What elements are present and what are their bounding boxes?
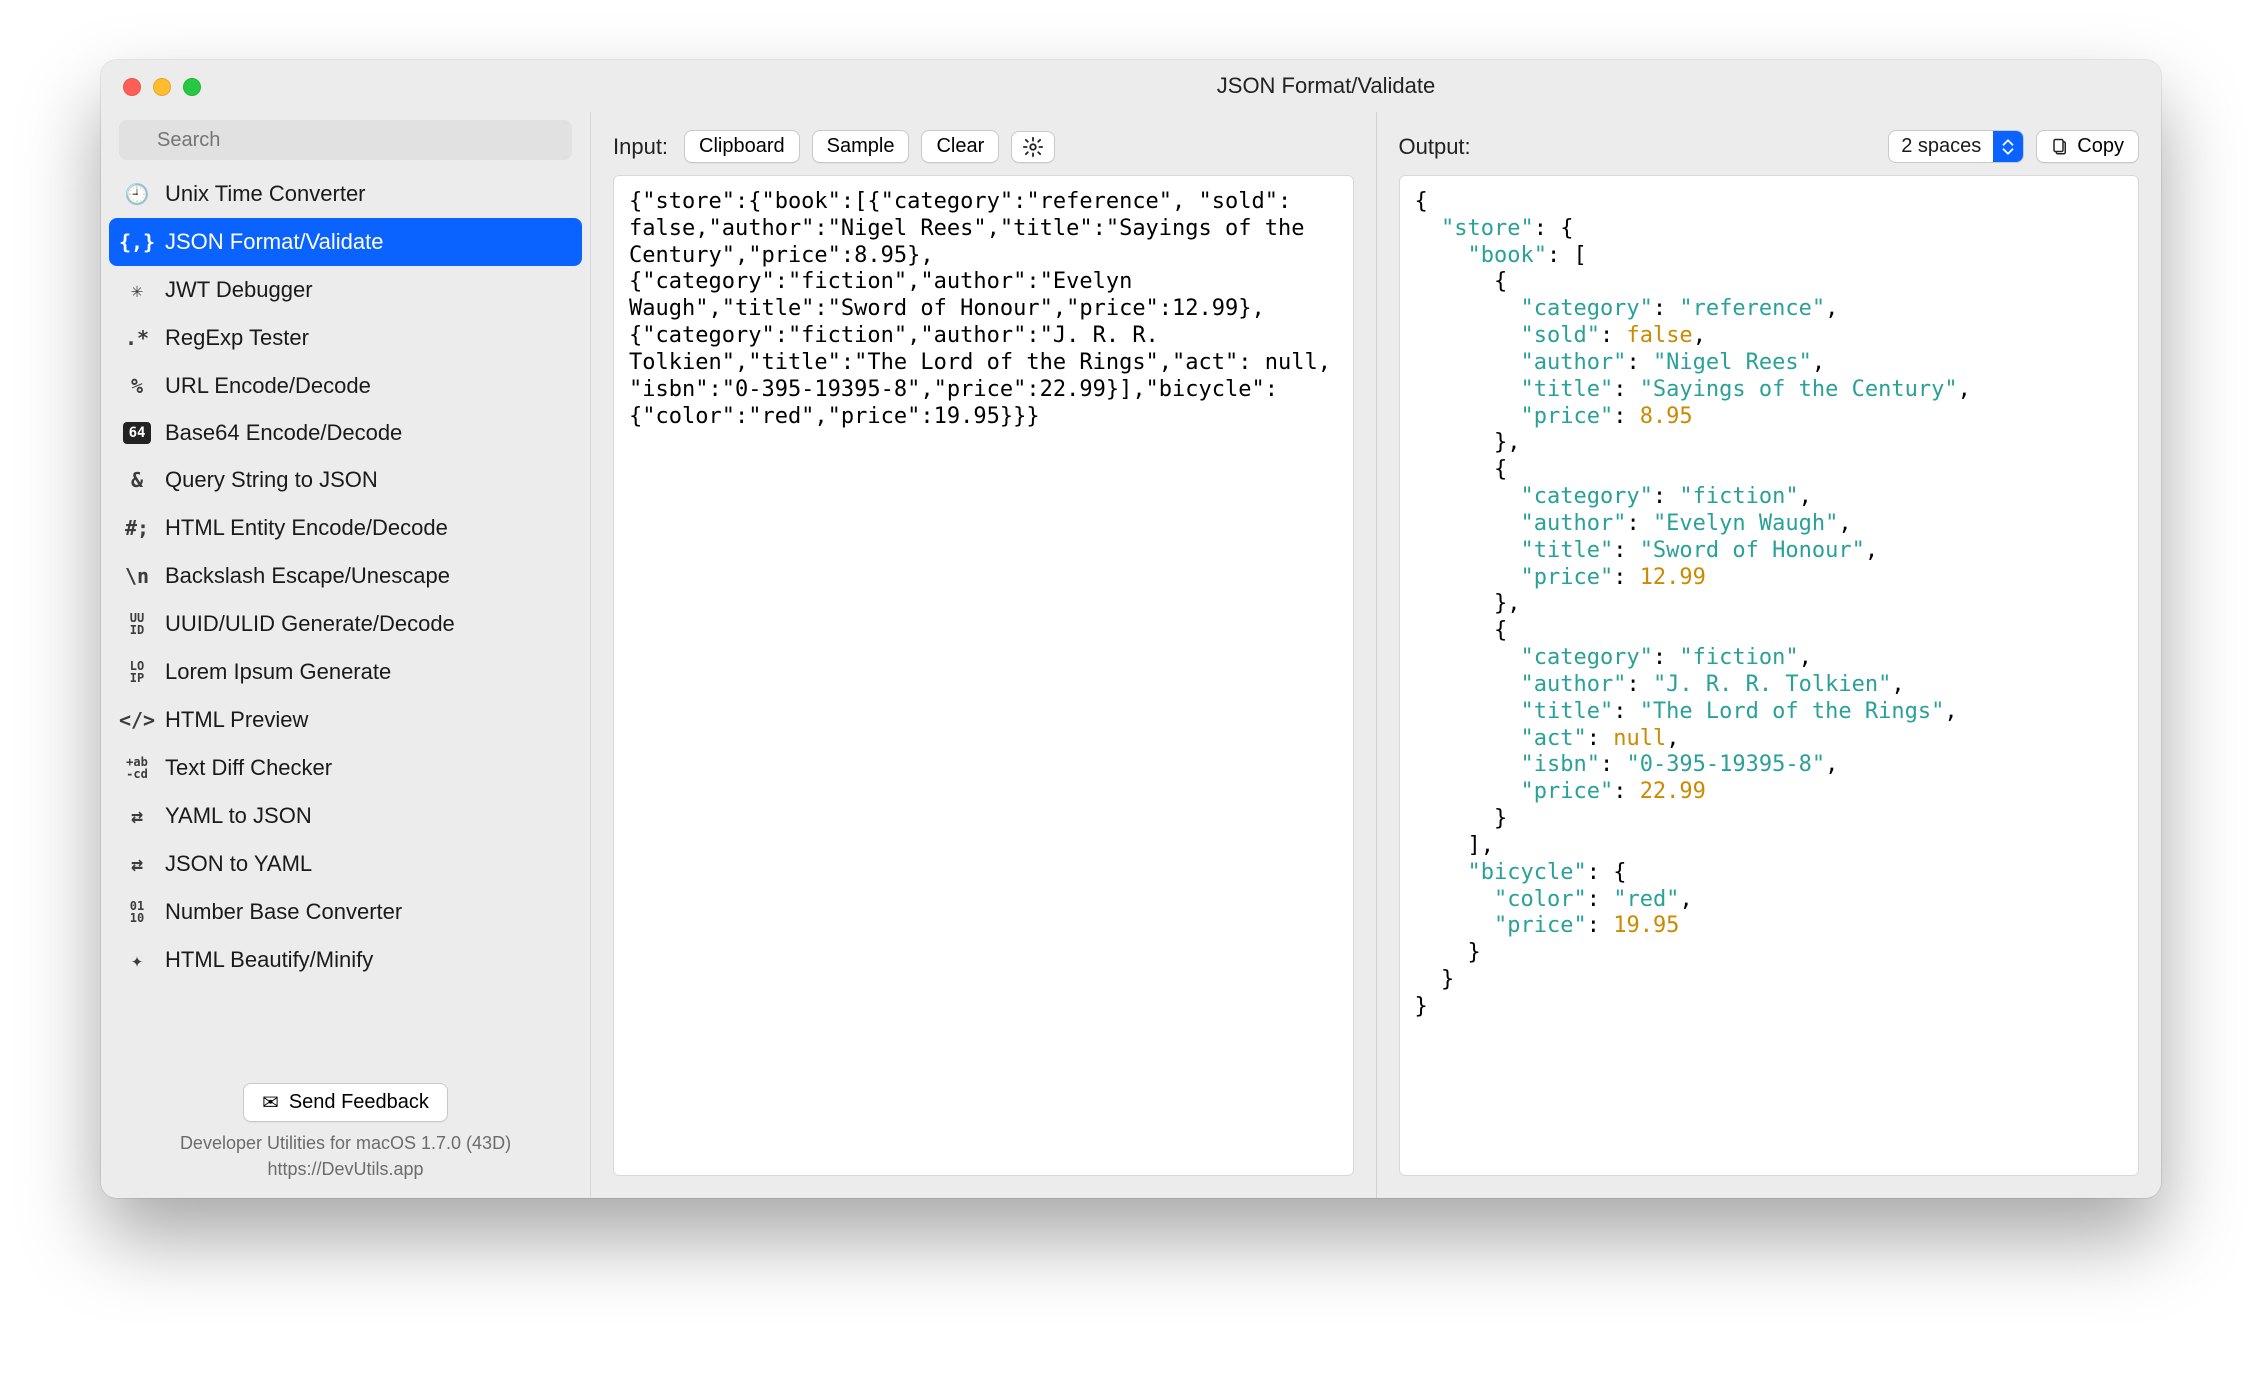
sidebar-item-label: Number Base Converter — [165, 899, 402, 925]
sidebar-item-label: YAML to JSON — [165, 803, 312, 829]
send-feedback-button[interactable]: ✉ Send Feedback — [243, 1083, 448, 1122]
sidebar-item-number-base-converter[interactable]: 01 10 Number Base Converter — [109, 888, 582, 936]
tool-list: 🕘 Unix Time Converter {,} JSON Format/Valid… — [101, 170, 590, 1073]
copy-button[interactable]: Copy — [2036, 130, 2139, 163]
sidebar-item-label: Unix Time Converter — [165, 181, 366, 207]
wand-icon: ✦ — [123, 946, 151, 974]
input-label: Input: — [613, 134, 668, 160]
binary-icon: 01 10 — [123, 898, 151, 926]
sidebar-item-label: JSON to YAML — [165, 851, 312, 877]
indent-select[interactable]: 2 spaces — [1888, 130, 2024, 163]
sidebar-item-label: HTML Entity Encode/Decode — [165, 515, 448, 541]
app-meta: Developer Utilities for macOS 1.7.0 (43D… — [119, 1122, 572, 1182]
close-window-button[interactable] — [123, 78, 141, 96]
diff-icon: +ab -cd — [123, 754, 151, 782]
titlebar: JSON Format/Validate — [101, 60, 2161, 112]
sidebar-item-query-string-to-json[interactable]: &Query String to JSON — [109, 456, 582, 504]
clipboard-icon — [2051, 138, 2069, 156]
sidebar-item-label: Lorem Ipsum Generate — [165, 659, 391, 685]
output-label: Output: — [1399, 134, 1471, 160]
app-window: JSON Format/Validate 🕘 Unix Time Converte… — [101, 60, 2161, 1198]
uuid-icon: UU ID — [123, 610, 151, 638]
clock-icon: 🕘 — [123, 180, 151, 208]
indent-select-value: 2 spaces — [1889, 131, 1993, 162]
json-icon: {,} — [123, 228, 151, 256]
output-pane: Output: 2 spaces Copy { — [1376, 112, 2162, 1198]
send-feedback-label: Send Feedback — [289, 1091, 429, 1114]
base64-icon: 64 — [123, 422, 151, 444]
sidebar-item-uuid-ulid-generate-decode[interactable]: UU ID UUID/ULID Generate/Decode — [109, 600, 582, 648]
sample-button[interactable]: Sample — [812, 130, 910, 163]
sidebar-item-label: JSON Format/Validate — [165, 229, 383, 255]
sidebar-item-html-entity-encode-decode[interactable]: #; HTML Entity Encode/Decode — [109, 504, 582, 552]
sidebar-item-label: URL Encode/Decode — [165, 373, 371, 399]
sidebar-item-unix-time-converter[interactable]: 🕘 Unix Time Converter — [109, 170, 582, 218]
search-input[interactable] — [119, 120, 572, 160]
sidebar-item-label: HTML Preview — [165, 707, 308, 733]
sidebar-item-jwt-debugger[interactable]: ✳ JWT Debugger — [109, 266, 582, 314]
sidebar-item-lorem-ipsum-generate[interactable]: LO IP Lorem Ipsum Generate — [109, 648, 582, 696]
sidebar-item-label: RegExp Tester — [165, 325, 309, 351]
sidebar-item-label: Backslash Escape/Unescape — [165, 563, 450, 589]
regex-icon: .* — [123, 324, 151, 352]
sidebar-item-label: JWT Debugger — [165, 277, 313, 303]
input-textarea[interactable]: {"store":{"book":[{"category":"reference… — [613, 175, 1354, 1176]
chevron-updown-icon — [1993, 131, 2023, 162]
sidebar-item-yaml-to-json[interactable]: ⇄ YAML to JSON — [109, 792, 582, 840]
sidebar-item-label: Base64 Encode/Decode — [165, 420, 402, 446]
sidebar-item-label: HTML Beautify/Minify — [165, 947, 373, 973]
minimize-window-button[interactable] — [153, 78, 171, 96]
gear-icon — [1022, 136, 1044, 158]
sidebar-item-label: Text Diff Checker — [165, 755, 332, 781]
swap-icon: ⇄ — [123, 850, 151, 878]
percent-icon: % — [123, 372, 151, 400]
sidebar-item-label: UUID/ULID Generate/Decode — [165, 611, 455, 637]
sidebar-item-regexp-tester[interactable]: .* RegExp Tester — [109, 314, 582, 362]
clipboard-button[interactable]: Clipboard — [684, 130, 800, 163]
ampersand-icon: & — [123, 466, 151, 494]
sidebar: 🕘 Unix Time Converter {,} JSON Format/Valid… — [101, 112, 591, 1198]
meta-line2: https://DevUtils.app — [129, 1156, 562, 1182]
backslash-icon: \n — [123, 562, 151, 590]
main-content: Input: Clipboard Sample Clear {"store":{… — [591, 112, 2161, 1198]
sidebar-item-html-preview[interactable]: </> HTML Preview — [109, 696, 582, 744]
meta-line1: Developer Utilities for macOS 1.7.0 (43D… — [129, 1130, 562, 1156]
sidebar-item-base64-encode-decode[interactable]: 64 Base64 Encode/Decode — [109, 410, 582, 456]
input-pane: Input: Clipboard Sample Clear {"store":{… — [591, 112, 1376, 1198]
swap-icon: ⇄ — [123, 802, 151, 830]
html-icon: </> — [123, 706, 151, 734]
sidebar-item-url-encode-decode[interactable]: % URL Encode/Decode — [109, 362, 582, 410]
lorem-icon: LO IP — [123, 658, 151, 686]
clear-button[interactable]: Clear — [921, 130, 999, 163]
window-title: JSON Format/Validate — [101, 73, 2161, 99]
output-textarea[interactable]: { "store": { "book": [ { "category": "re… — [1399, 175, 2140, 1176]
settings-button[interactable] — [1011, 131, 1055, 163]
hash-icon: #; — [123, 514, 151, 542]
sidebar-item-json-format-validate[interactable]: {,} JSON Format/Validate — [109, 218, 582, 266]
mail-icon: ✉ — [262, 1090, 279, 1115]
traffic-lights — [123, 78, 201, 96]
sidebar-item-json-to-yaml[interactable]: ⇄ JSON to YAML — [109, 840, 582, 888]
sidebar-item-text-diff-checker[interactable]: +ab -cd Text Diff Checker — [109, 744, 582, 792]
sidebar-item-backslash-escape-unescape[interactable]: \n Backslash Escape/Unescape — [109, 552, 582, 600]
sidebar-item-label: Query String to JSON — [165, 467, 378, 493]
jwt-icon: ✳ — [123, 276, 151, 304]
zoom-window-button[interactable] — [183, 78, 201, 96]
sidebar-item-html-beautify-minify[interactable]: ✦ HTML Beautify/Minify — [109, 936, 582, 984]
